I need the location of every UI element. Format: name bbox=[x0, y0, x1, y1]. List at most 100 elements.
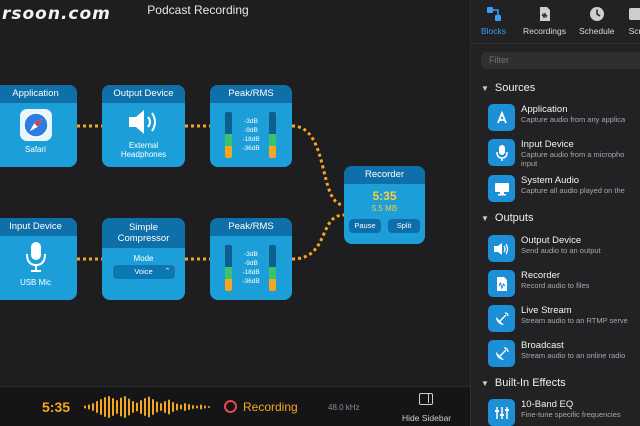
waveform-bar bbox=[144, 398, 146, 416]
waveform-bar bbox=[200, 404, 202, 410]
block-title: Input Device bbox=[0, 218, 77, 236]
sidebar-item-10-band-eq[interactable]: 10-Band EQ Fine-tune specific frequencie… bbox=[488, 399, 640, 426]
filter-input[interactable] bbox=[481, 52, 640, 69]
bottom-bar: 5:35 Recording 48.0 kHz Hide Sidebar bbox=[0, 386, 470, 426]
item-name: Broadcast bbox=[521, 340, 564, 351]
waveform-bar bbox=[208, 406, 210, 408]
block-title: Simple Compressor bbox=[102, 218, 185, 248]
output-device-block[interactable]: Output Device External Headphones bbox=[102, 85, 185, 167]
application-block[interactable]: Application Safari bbox=[0, 85, 77, 167]
sidebar-item-application[interactable]: Application Capture audio from any appli… bbox=[488, 104, 640, 132]
waveform-bar bbox=[136, 402, 138, 412]
item-desc: Capture all audio played on the bbox=[521, 186, 625, 195]
tab-scripts[interactable]: Scr bbox=[627, 6, 640, 36]
block-title-line1: Simple bbox=[128, 222, 159, 233]
waveform-bar bbox=[180, 404, 182, 410]
record-indicator-icon bbox=[224, 400, 237, 413]
hide-sidebar-button[interactable]: Hide Sidebar bbox=[402, 413, 451, 423]
section-outputs[interactable]: ▼ Outputs bbox=[481, 212, 533, 224]
section-sources[interactable]: ▼ Sources bbox=[481, 82, 535, 94]
sidebar-toggle-icon[interactable] bbox=[419, 393, 433, 405]
item-name: Live Stream bbox=[521, 305, 572, 316]
item-name: Application bbox=[521, 104, 568, 115]
elapsed-time: 5:35 bbox=[42, 399, 71, 415]
item-name: System Audio bbox=[521, 175, 580, 186]
disclosure-triangle-icon: ▼ bbox=[481, 84, 489, 93]
updown-chevron-icon: ⌃ bbox=[164, 268, 171, 275]
waveform-bar bbox=[96, 401, 98, 413]
level-meter-left bbox=[225, 245, 232, 291]
block-title: Peak/RMS bbox=[210, 85, 292, 103]
tab-schedule[interactable]: Schedule bbox=[579, 6, 614, 36]
item-name: Output Device bbox=[521, 235, 582, 246]
sidebar-item-output-device[interactable]: Output Device Send audio to an output bbox=[488, 235, 640, 263]
broadcast-dish-icon bbox=[488, 340, 515, 367]
waveform-bar bbox=[116, 400, 118, 414]
pause-button[interactable]: Pause bbox=[349, 219, 381, 233]
item-desc: Capture audio from any applica bbox=[521, 115, 626, 124]
item-desc: Stream audio to an online radio bbox=[521, 351, 626, 360]
equalizer-icon bbox=[488, 399, 515, 426]
sidebar-item-input-device[interactable]: Input Device Capture audio from a microp… bbox=[488, 139, 640, 168]
recorder-time: 5:35 bbox=[372, 189, 397, 203]
peak-rms-block-bottom[interactable]: Peak/RMS -3dB -9dB -18dB -36dB bbox=[210, 218, 292, 300]
tab-label: Scr bbox=[628, 26, 640, 36]
peak-rms-block-top[interactable]: Peak/RMS -3dB -9dB -18dB -36dB bbox=[210, 85, 292, 167]
sidebar-tabs: Blocks Recordings Schedule Scr bbox=[471, 0, 640, 44]
waveform-bar bbox=[168, 399, 170, 415]
sidebar-item-system-audio[interactable]: System Audio Capture all audio played on… bbox=[488, 175, 640, 203]
block-title: Peak/RMS bbox=[210, 218, 292, 236]
compressor-block[interactable]: Simple Compressor Mode Voice ⌃ bbox=[102, 218, 185, 300]
split-button[interactable]: Split bbox=[388, 219, 420, 233]
sidebar: Blocks Recordings Schedule Scr ▼ Sources bbox=[470, 0, 640, 426]
microphone-icon bbox=[0, 236, 77, 278]
section-title: Outputs bbox=[494, 212, 534, 224]
block-title: Application bbox=[0, 85, 77, 103]
waveform-bar bbox=[192, 405, 194, 409]
waveform-bar bbox=[152, 399, 154, 415]
sidebar-item-broadcast[interactable]: Broadcast Stream audio to an online radi… bbox=[488, 340, 640, 368]
disclosure-triangle-icon: ▼ bbox=[481, 214, 489, 223]
block-caption: USB Mic bbox=[19, 278, 52, 287]
tab-blocks[interactable]: Blocks bbox=[481, 6, 506, 36]
section-title: Built-In Effects bbox=[494, 377, 566, 389]
block-title-line2: Compressor bbox=[117, 233, 170, 244]
item-desc-line1: Capture audio from a micropho bbox=[521, 150, 625, 159]
tab-label: Recordings bbox=[523, 26, 566, 36]
waveform-bar bbox=[176, 403, 178, 411]
db-label: -36dB bbox=[242, 278, 260, 285]
input-device-block[interactable]: Input Device USB Mic bbox=[0, 218, 77, 300]
tab-label: Blocks bbox=[481, 26, 507, 36]
block-caption-line1: External bbox=[128, 141, 159, 150]
tab-label: Schedule bbox=[579, 26, 615, 36]
wire-peakbottom-to-recorder bbox=[291, 213, 345, 261]
waveform-bar bbox=[204, 405, 206, 409]
block-caption-line2: Headphones bbox=[120, 150, 167, 159]
sidebar-item-recorder[interactable]: Recorder Record audio to files bbox=[488, 270, 640, 298]
recorder-block[interactable]: Recorder 5:35 5.5 MB Pause Split bbox=[344, 166, 425, 244]
audio-canvas[interactable]: rsoon.com Podcast Recording Application … bbox=[0, 0, 470, 386]
wire-peaktop-to-recorder bbox=[291, 124, 345, 207]
sample-rate: 48.0 kHz bbox=[328, 403, 360, 412]
speaker-icon bbox=[102, 103, 185, 141]
block-title: Output Device bbox=[102, 85, 185, 103]
block-title: Recorder bbox=[344, 166, 425, 184]
block-caption: Safari bbox=[25, 145, 46, 154]
mode-label: Mode bbox=[133, 254, 154, 263]
disclosure-triangle-icon: ▼ bbox=[481, 379, 489, 388]
waveform-bar bbox=[140, 400, 142, 414]
recordings-icon bbox=[539, 7, 550, 21]
mode-select[interactable]: Voice ⌃ bbox=[112, 265, 175, 279]
waveform-bar bbox=[88, 404, 90, 410]
sidebar-item-live-stream[interactable]: Live Stream Stream audio to an RTMP serv… bbox=[488, 305, 640, 333]
item-desc: Stream audio to an RTMP serve bbox=[521, 316, 628, 325]
waveform-bar bbox=[112, 398, 114, 416]
waveform-bar bbox=[132, 401, 134, 413]
tab-recordings[interactable]: Recordings bbox=[523, 6, 566, 36]
waveform-bar bbox=[184, 403, 186, 411]
mode-value: Voice bbox=[134, 267, 153, 276]
item-desc: Capture audio from a micropho input bbox=[521, 150, 640, 168]
blocks-icon bbox=[486, 7, 501, 21]
item-desc: Record audio to files bbox=[521, 281, 590, 290]
section-built-in-effects[interactable]: ▼ Built-In Effects bbox=[481, 377, 566, 389]
